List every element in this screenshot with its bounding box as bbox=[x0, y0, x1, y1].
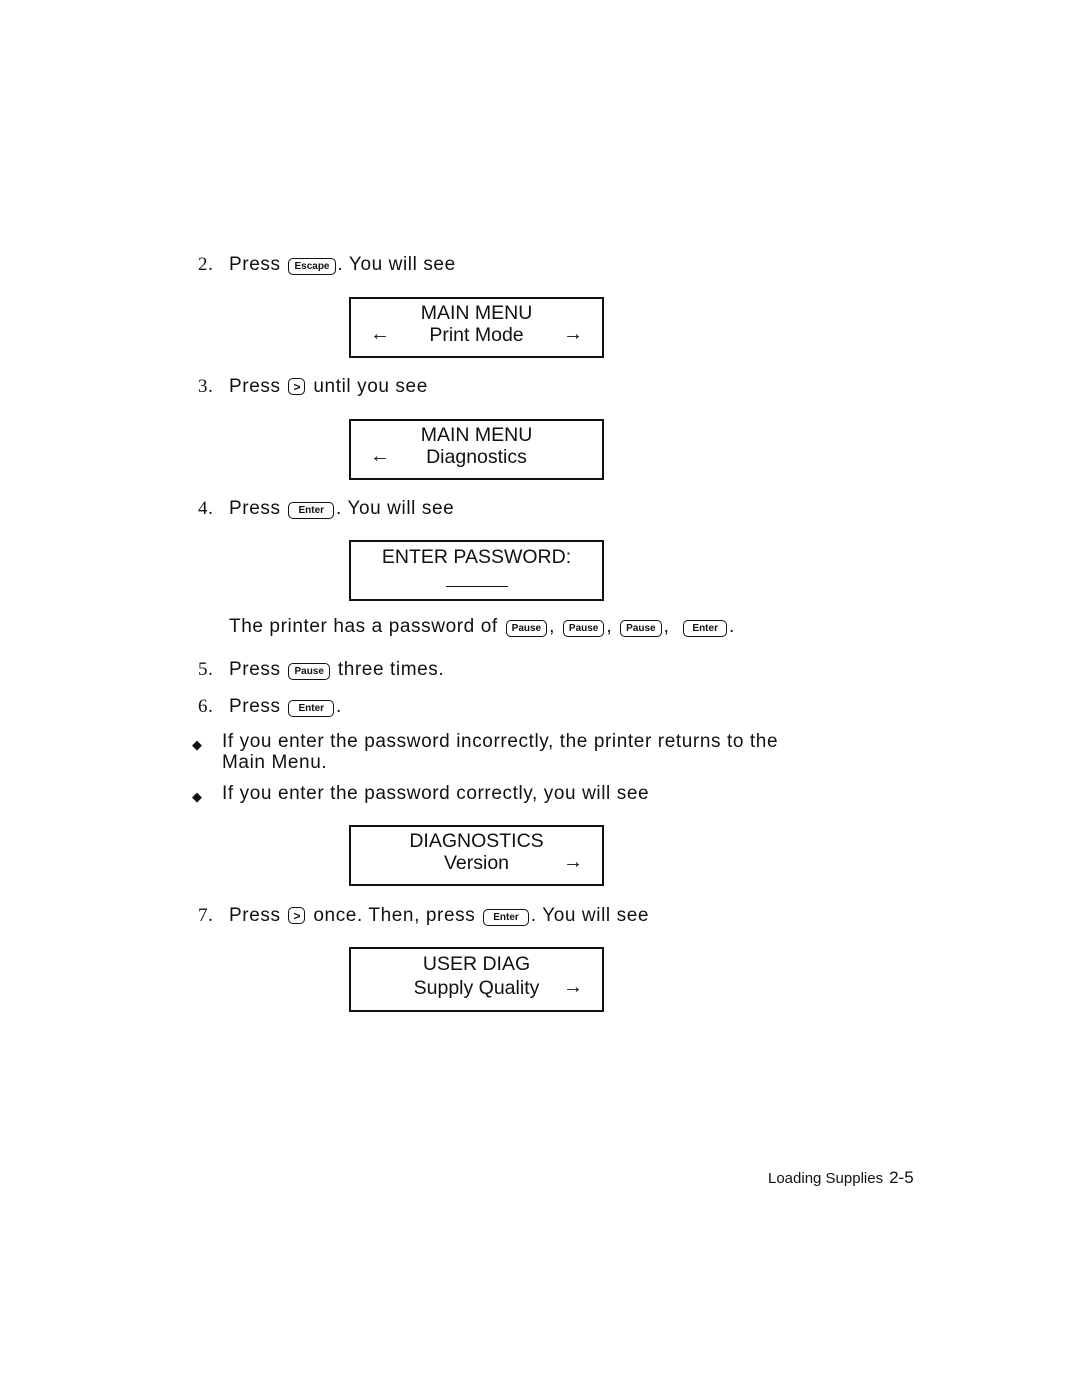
step-text: Press bbox=[229, 905, 281, 926]
enter-key-icon: Enter bbox=[288, 700, 335, 717]
lcd-line-1: DIAGNOSTICS bbox=[409, 830, 544, 852]
bullet-text-line-1: If you enter the password correctly, you… bbox=[222, 783, 650, 804]
right-arrow-icon: → bbox=[563, 851, 583, 873]
lcd-line-1: MAIN MENU bbox=[420, 302, 533, 324]
bullet-text-line-2: Main Menu. bbox=[222, 752, 328, 773]
step-text: Press bbox=[229, 376, 281, 397]
step-text: . You will see bbox=[337, 254, 456, 275]
step-text: until you see bbox=[313, 376, 428, 397]
diamond-bullet-icon: ◆ bbox=[192, 789, 203, 804]
lcd-display-enter-password: ENTER PASSWORD: bbox=[349, 540, 604, 601]
step-number: 6. bbox=[198, 696, 214, 717]
lcd-display-main-menu-diagnostics: MAIN MENU ← Diagnostics bbox=[349, 419, 604, 480]
lcd-line-1: ENTER PASSWORD: bbox=[381, 546, 572, 568]
enter-key-icon: Enter bbox=[483, 909, 529, 926]
password-blank-field bbox=[446, 586, 508, 587]
step-text: three times. bbox=[337, 659, 445, 680]
right-arrow-icon: → bbox=[563, 976, 583, 998]
step-text: Press bbox=[229, 696, 281, 717]
bullet-text-line-1: If you enter the password incorrectly, t… bbox=[222, 731, 779, 752]
page-footer: Loading Supplies 2-5 bbox=[768, 1168, 914, 1188]
footer-section-title: Loading Supplies bbox=[768, 1170, 884, 1187]
pause-key-icon: Pause bbox=[505, 620, 548, 637]
lcd-display-diagnostics-version: DIAGNOSTICS Version → bbox=[349, 825, 604, 886]
page-number: 2-5 bbox=[889, 1168, 914, 1187]
lcd-display-main-menu-print-mode: MAIN MENU ← Print Mode → bbox=[349, 297, 604, 358]
step-number: 2. bbox=[198, 254, 214, 275]
diamond-bullet-icon: ◆ bbox=[192, 737, 203, 752]
lcd-line-1: MAIN MENU bbox=[420, 424, 533, 446]
step-text: Press bbox=[229, 659, 281, 680]
step-number: 3. bbox=[198, 376, 214, 397]
step-text: . You will see bbox=[336, 498, 455, 519]
escape-key-icon: Escape bbox=[288, 258, 336, 275]
password-note-text: The printer has a password of bbox=[229, 616, 498, 637]
right-key-icon: > bbox=[288, 907, 306, 924]
step-text: . You will see bbox=[530, 905, 650, 926]
password-note: The printer has a password of Pause, Pau… bbox=[229, 616, 735, 637]
step-text: Press bbox=[229, 498, 281, 519]
pause-key-icon: Pause bbox=[620, 620, 662, 637]
step-text: . bbox=[336, 696, 342, 717]
enter-key-icon: Enter bbox=[288, 502, 335, 519]
lcd-display-user-diag-supply-quality: USER DIAG Supply Quality → bbox=[349, 947, 604, 1012]
pause-key-icon: Pause bbox=[288, 663, 330, 680]
lcd-line-1: USER DIAG bbox=[422, 953, 531, 975]
step-text: once. Then, press bbox=[313, 905, 476, 926]
lcd-line-2: Diagnostics bbox=[426, 446, 527, 468]
step-number: 5. bbox=[198, 659, 214, 680]
enter-key-icon: Enter bbox=[683, 620, 727, 637]
step-number: 4. bbox=[198, 498, 214, 519]
pause-key-icon: Pause bbox=[562, 620, 605, 637]
right-key-icon: > bbox=[288, 378, 306, 395]
step-number: 7. bbox=[198, 905, 214, 926]
right-arrow-icon: → bbox=[563, 323, 583, 345]
step-text: Press bbox=[229, 254, 281, 275]
